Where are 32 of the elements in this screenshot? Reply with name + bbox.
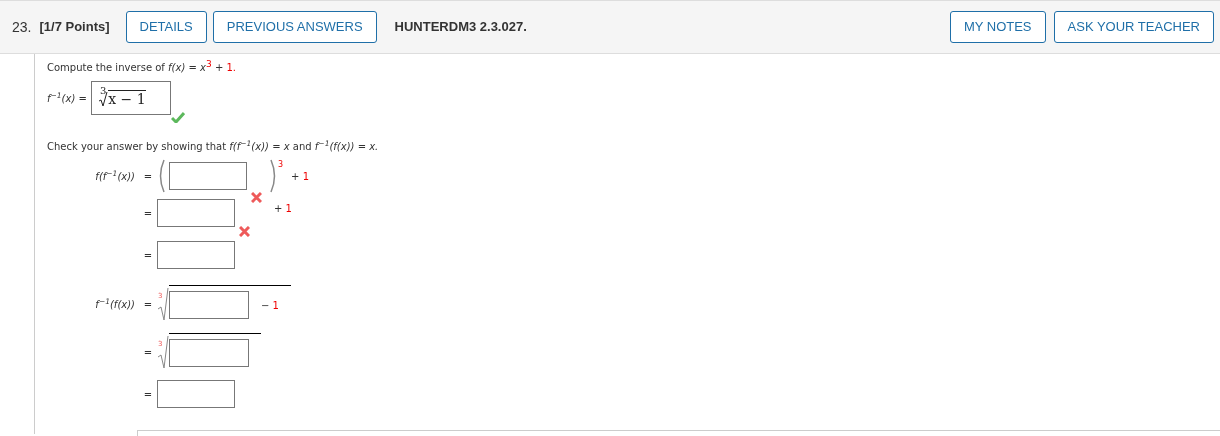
- question-number: 23.: [12, 17, 32, 37]
- header-button[interactable]: DETAILS: [125, 11, 207, 43]
- answer-field[interactable]: [169, 339, 249, 367]
- equals-sign: =: [142, 206, 154, 221]
- answer-field[interactable]: [157, 241, 235, 269]
- math-expression: f$^{−1}$(x) =: [47, 90, 87, 106]
- parenthesis-icon: [157, 159, 165, 193]
- equals-sign: =: [142, 387, 154, 402]
- exponent: 3: [278, 159, 284, 171]
- header-button[interactable]: ASK YOUR TEACHER: [1053, 11, 1214, 43]
- equals-sign: =: [142, 297, 154, 312]
- root-index: 3: [99, 84, 107, 98]
- radicand: x − 1: [108, 89, 146, 109]
- header-button[interactable]: PREVIOUS ANSWERS: [212, 11, 377, 43]
- equals-sign: =: [142, 248, 154, 263]
- math-expression: f(f$^{−1}$(x)): [95, 168, 135, 184]
- parenthesis-icon: [270, 159, 278, 193]
- instruction-text: Check your answer by showing that f(f$^{−1}$(x)) = x and f$^{−1}$(f(x)) = x.: [47, 139, 380, 154]
- equals-sign: =: [142, 169, 154, 184]
- answer-field[interactable]: [157, 199, 235, 227]
- problem-code: HUNTERDM3 2.3.027.: [394, 18, 527, 37]
- header-button[interactable]: MY NOTES: [949, 11, 1046, 43]
- math-expression: f$^{−1}$(f(x)): [95, 296, 135, 312]
- answer-field[interactable]: [169, 162, 247, 190]
- points-label: [1/7 Points]: [39, 18, 110, 37]
- answer-field[interactable]: [169, 291, 249, 319]
- math-term: − 1: [261, 298, 279, 313]
- answer-field[interactable]: [157, 380, 235, 408]
- equals-sign: =: [142, 345, 154, 360]
- math-term: + 1: [274, 203, 292, 214]
- question-text: Compute the inverse of f(x) = x$^{3}$ + 1.: [47, 60, 237, 75]
- math-term: + 1: [291, 169, 310, 184]
